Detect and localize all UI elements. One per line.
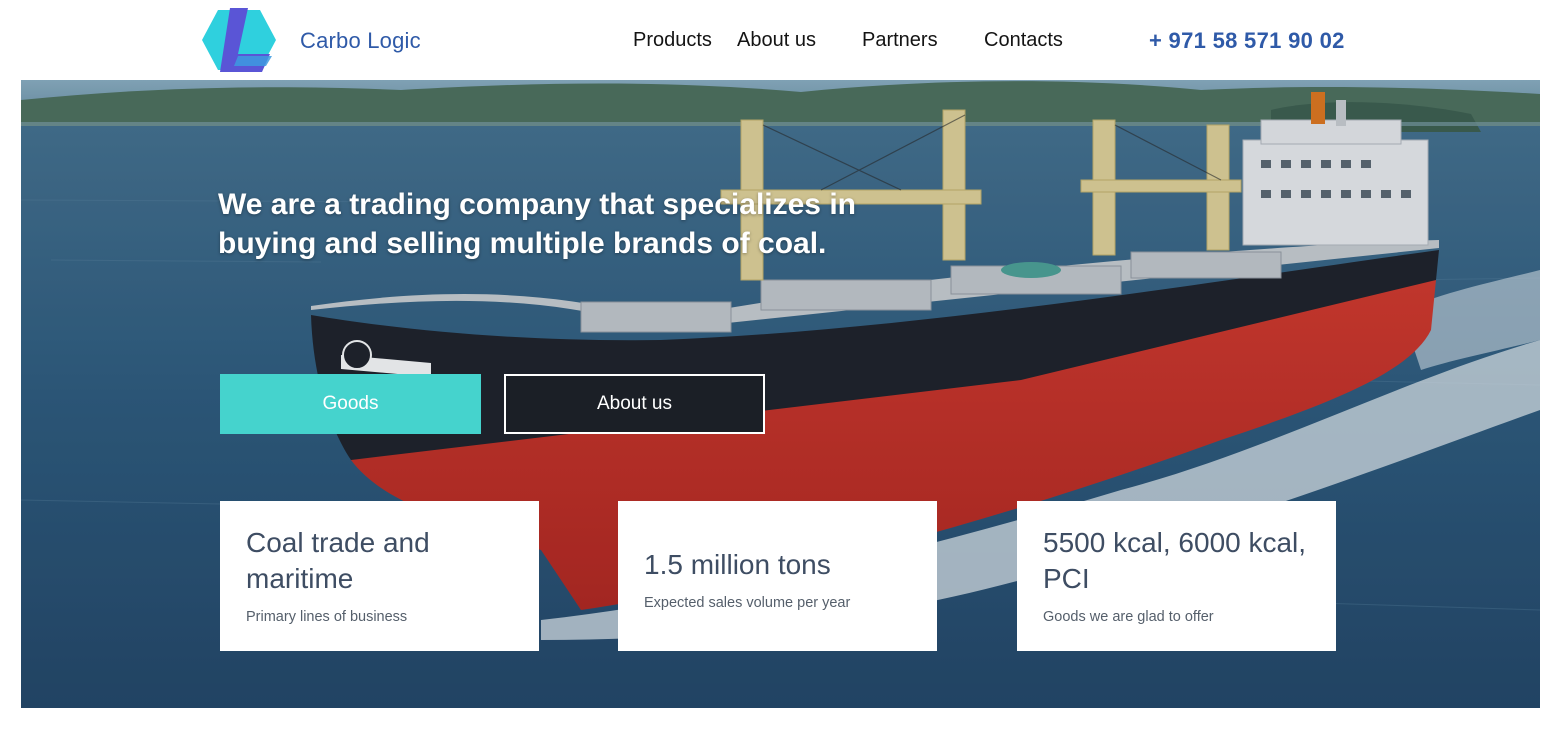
- card-subtitle: Expected sales volume per year: [644, 595, 851, 611]
- card-title: 1.5 million tons: [644, 549, 831, 580]
- nav-about-us[interactable]: About us: [737, 29, 816, 52]
- card-subtitle: Primary lines of business: [246, 609, 408, 625]
- brand-name[interactable]: Carbo Logic: [300, 28, 421, 54]
- phone-number[interactable]: + 971 58 571 90 02: [1149, 28, 1345, 54]
- card-title: 5500 kcal, 6000 kcal, PCI: [1043, 527, 1307, 594]
- nav-contacts[interactable]: Contacts: [984, 29, 1063, 52]
- goods-button[interactable]: Goods: [220, 374, 481, 434]
- card-title: Coal trade and maritime: [246, 527, 430, 594]
- info-card-goods: 5500 kcal, 6000 kcal, PCI Goods we are g…: [1017, 501, 1336, 651]
- carbo-logic-logo-icon[interactable]: [200, 4, 286, 76]
- hero-banner: We are a trading company that specialize…: [21, 80, 1540, 708]
- card-subtitle: Goods we are glad to offer: [1043, 609, 1214, 625]
- hero-headline: We are a trading company that specialize…: [218, 188, 856, 260]
- about-us-button[interactable]: About us: [504, 374, 765, 434]
- info-card-business-lines: Coal trade and maritime Primary lines of…: [220, 501, 539, 651]
- nav-partners[interactable]: Partners: [862, 29, 938, 52]
- nav-products[interactable]: Products: [633, 29, 712, 52]
- info-card-sales-volume: 1.5 million tons Expected sales volume p…: [618, 501, 937, 651]
- site-header: Carbo Logic Products About us Partners C…: [0, 0, 1563, 80]
